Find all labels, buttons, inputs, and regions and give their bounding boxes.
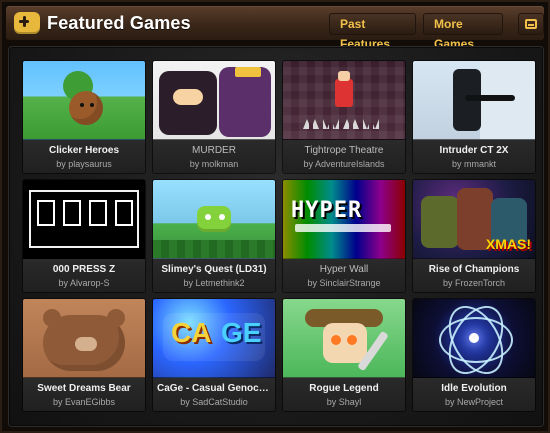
game-meta: Rise of Champions by FrozenTorch xyxy=(413,259,535,292)
game-meta: Hyper Wall by SinclairStrange xyxy=(283,259,405,292)
game-card[interactable]: Rogue Legend by Shayl xyxy=(283,299,405,411)
game-thumbnail xyxy=(413,61,535,140)
game-meta: Rogue Legend by Shayl xyxy=(283,378,405,411)
game-thumbnail: XMAS! xyxy=(413,180,535,259)
game-card[interactable]: Idle Evolution by NewProject xyxy=(413,299,535,411)
game-author: by EvanEGibbs xyxy=(52,397,116,407)
game-title: Slimey's Quest (LD31) xyxy=(161,264,267,275)
game-thumbnail xyxy=(23,299,145,378)
window-toggle-button[interactable] xyxy=(518,13,544,35)
game-card[interactable]: Tightrope Theatre by AdventureIslands xyxy=(283,61,405,173)
featured-games-widget: Featured Games Past Features More Games … xyxy=(0,0,550,433)
game-meta: Sweet Dreams Bear by EvanEGibbs xyxy=(23,378,145,411)
game-card[interactable]: Clicker Heroes by playsaurus xyxy=(23,61,145,173)
game-title: CaGe - Casual Genocide xyxy=(157,383,274,394)
game-author: by AdventureIslands xyxy=(303,159,385,169)
game-title: Clicker Heroes xyxy=(48,145,120,156)
game-thumbnail: HYPER xyxy=(283,180,405,259)
game-meta: Idle Evolution by NewProject xyxy=(413,378,535,411)
header-bar: Featured Games Past Features More Games xyxy=(6,6,544,51)
game-card[interactable]: Intruder CT 2X by mmankt xyxy=(413,61,535,173)
game-thumbnail xyxy=(23,180,145,259)
game-author: by SinclairStrange xyxy=(307,278,381,288)
game-thumbnail: CA GE xyxy=(153,299,275,378)
game-card[interactable]: Slimey's Quest (LD31) by Letmethink2 xyxy=(153,180,275,292)
game-title: Idle Evolution xyxy=(441,383,507,394)
game-card[interactable]: 000 PRESS Z by Alvarop-S xyxy=(23,180,145,292)
game-card[interactable]: Sweet Dreams Bear by EvanEGibbs xyxy=(23,299,145,411)
game-card[interactable]: MURDER by molkman xyxy=(153,61,275,173)
game-author: by Letmethink2 xyxy=(183,278,245,288)
game-title: Rise of Champions xyxy=(428,264,520,275)
game-title: Hyper Wall xyxy=(319,264,369,275)
game-thumbnail xyxy=(153,61,275,140)
game-title: Intruder CT 2X xyxy=(439,145,509,156)
game-author: by Alvarop-S xyxy=(58,278,110,288)
game-title: Tightrope Theatre xyxy=(304,145,384,156)
game-meta: CaGe - Casual Genocide by SadCatStudio xyxy=(153,378,275,411)
game-author: by molkman xyxy=(189,159,239,169)
game-meta: MURDER by molkman xyxy=(153,140,275,173)
game-meta: Slimey's Quest (LD31) by Letmethink2 xyxy=(153,259,275,292)
gamepad-icon xyxy=(14,12,40,34)
game-title: MURDER xyxy=(192,145,236,156)
game-author: by mmankt xyxy=(451,159,496,169)
game-author: by Shayl xyxy=(326,397,362,407)
game-thumbnail xyxy=(283,61,405,140)
game-author: by SadCatStudio xyxy=(180,397,248,407)
game-thumbnail xyxy=(283,299,405,378)
game-card[interactable]: XMAS! Rise of Champions by FrozenTorch xyxy=(413,180,535,292)
game-thumbnail xyxy=(413,299,535,378)
games-grid: Clicker Heroes by playsaurus MURDER by m… xyxy=(23,61,535,411)
game-meta: Intruder CT 2X by mmankt xyxy=(413,140,535,173)
game-thumbnail xyxy=(153,180,275,259)
game-meta: Clicker Heroes by playsaurus xyxy=(23,140,145,173)
game-card[interactable]: HYPER Hyper Wall by SinclairStrange xyxy=(283,180,405,292)
game-meta: 000 PRESS Z by Alvarop-S xyxy=(23,259,145,292)
window-icon xyxy=(525,19,537,29)
game-thumbnail xyxy=(23,61,145,140)
more-games-button[interactable]: More Games xyxy=(423,13,503,51)
game-card[interactable]: CA GE CaGe - Casual Genocide by SadCatStu… xyxy=(153,299,275,411)
games-panel: Clicker Heroes by playsaurus MURDER by m… xyxy=(8,46,544,427)
widget-title: Featured Games xyxy=(47,13,191,33)
past-features-button[interactable]: Past Features xyxy=(329,13,416,51)
game-author: by NewProject xyxy=(444,397,504,407)
game-meta: Tightrope Theatre by AdventureIslands xyxy=(283,140,405,173)
game-title: 000 PRESS Z xyxy=(52,264,116,275)
game-author: by FrozenTorch xyxy=(442,278,506,288)
game-title: Rogue Legend xyxy=(309,383,379,394)
game-author: by playsaurus xyxy=(56,159,112,169)
game-title: Sweet Dreams Bear xyxy=(37,383,131,394)
